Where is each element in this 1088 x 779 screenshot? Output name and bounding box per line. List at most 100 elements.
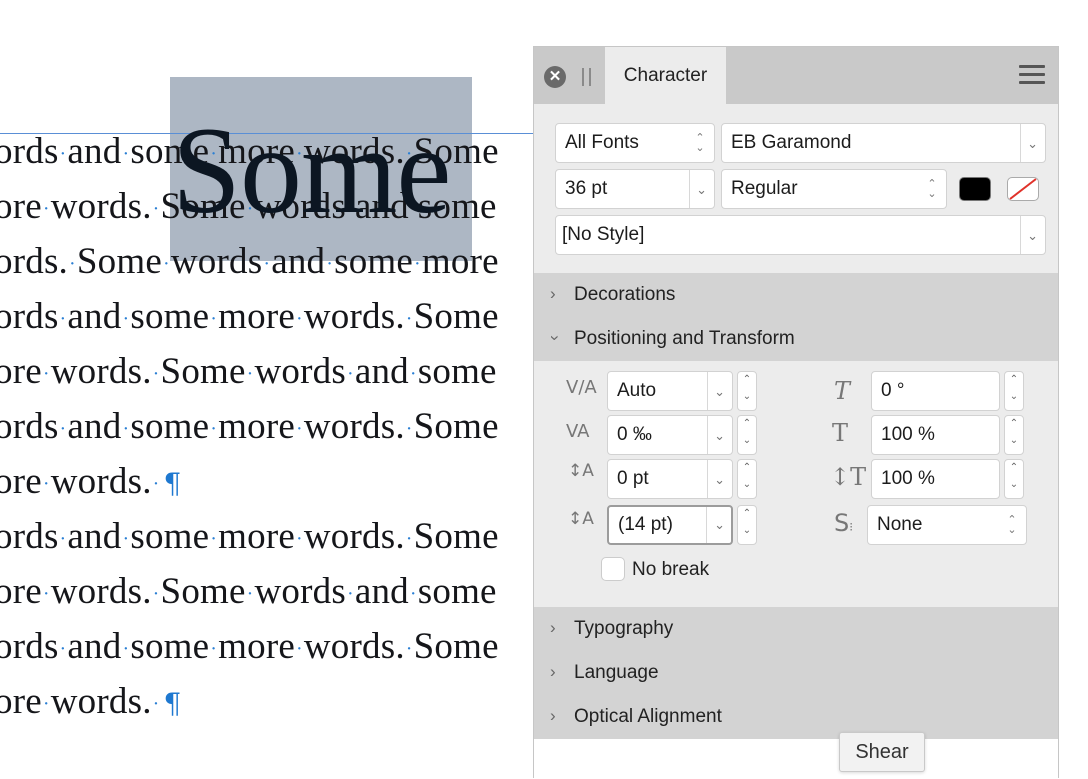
hamburger-menu-icon[interactable]	[1019, 65, 1045, 87]
horizontal-scale-stepper[interactable]: ⌃ ⌄	[1004, 459, 1024, 499]
text-line[interactable]: ords·and·some·more·words.·Some	[0, 405, 499, 448]
increment-icon[interactable]: ⌃	[1005, 418, 1023, 429]
section-decorations[interactable]: › Decorations	[534, 273, 1058, 317]
tracking-icon: VA	[566, 421, 590, 442]
font-size-field[interactable]: 36 pt ⌄	[555, 169, 715, 209]
panel-footer-area	[534, 739, 1058, 779]
updown-chevron-icon: ⌃ ⌄	[695, 132, 705, 154]
space-marker: ·	[59, 418, 67, 441]
decrement-icon[interactable]: ⌄	[738, 479, 756, 490]
kerning-icon: V/A	[566, 377, 597, 398]
tab-character[interactable]: Character	[605, 47, 726, 104]
shear-field[interactable]: 0 °	[871, 371, 1000, 411]
section-label: Typography	[574, 618, 674, 639]
section-language[interactable]: › Language	[534, 651, 1058, 695]
shear-icon: T	[834, 377, 851, 405]
section-positioning[interactable]: › Positioning and Transform	[534, 317, 1058, 361]
space-marker: ·	[210, 308, 218, 331]
baseline-shift-icon: ↕A	[568, 461, 594, 481]
text-line[interactable]: ords·and·some·more·words.·Some	[0, 625, 499, 668]
superscript-value: None	[877, 514, 923, 535]
space-marker: ·	[405, 418, 413, 441]
tracking-field[interactable]: 0 ‰ ⌄	[607, 415, 733, 455]
space-marker: ·	[326, 253, 334, 276]
superscript-icon: S⁝	[834, 509, 854, 537]
space-marker: ·	[246, 363, 254, 386]
no-break-checkbox[interactable]	[601, 557, 625, 581]
chevron-down-icon[interactable]: ⌄	[714, 417, 725, 454]
decrement-icon[interactable]: ⌄	[1005, 391, 1023, 402]
kerning-stepper[interactable]: ⌃ ⌄	[737, 371, 757, 411]
space-marker: ·	[59, 308, 67, 331]
space-marker: ·	[210, 418, 218, 441]
style-value: [No Style]	[562, 224, 645, 245]
chevron-down-icon[interactable]: ⌄	[696, 171, 707, 208]
decrement-icon[interactable]: ⌄	[738, 391, 756, 402]
space-marker: ·	[42, 363, 50, 386]
baseline-shift-field[interactable]: 0 pt ⌄	[607, 459, 733, 499]
grip-icon[interactable]	[582, 68, 591, 86]
text-fill-color-swatch[interactable]	[959, 177, 991, 201]
superscript-select[interactable]: None ⌃ ⌄	[867, 505, 1027, 545]
vertical-scale-field[interactable]: 100 %	[871, 415, 1000, 455]
text-line[interactable]: ore·words.· ¶	[0, 680, 182, 723]
increment-icon[interactable]: ⌃	[738, 418, 756, 429]
text-line[interactable]: ords·and·some·more·words.·Some	[0, 295, 499, 338]
text-line[interactable]: ords.·Some·words·and·some·more	[0, 240, 499, 283]
text-line[interactable]: ords·and·some·more·words.·Some	[0, 515, 499, 558]
updown-chevron-icon: ⌃ ⌄	[1007, 514, 1017, 536]
baseline-shift-stepper[interactable]: ⌃ ⌄	[737, 459, 757, 499]
space-marker: ·	[122, 638, 130, 661]
selected-word[interactable]: Some	[172, 96, 451, 246]
leading-stepper[interactable]: ⌃ ⌄	[737, 505, 757, 545]
increment-icon[interactable]: ⌃	[738, 462, 756, 473]
horizontal-scale-value: 100 %	[881, 468, 935, 489]
text-line[interactable]: ore·words.·Some·words·and·some	[0, 570, 497, 613]
style-field[interactable]: [No Style] ⌄	[555, 215, 1046, 255]
chevron-down-icon[interactable]: ⌄	[1027, 217, 1038, 254]
vertical-scale-stepper[interactable]: ⌃ ⌄	[1004, 415, 1024, 455]
space-marker: ·	[346, 583, 354, 606]
section-optical-alignment[interactable]: › Optical Alignment	[534, 695, 1058, 739]
chevron-down-icon[interactable]: ⌄	[714, 373, 725, 410]
no-color-swatch[interactable]	[1007, 177, 1039, 201]
increment-icon[interactable]: ⌃	[1005, 374, 1023, 385]
space-marker: ·	[42, 583, 50, 606]
font-collection-select[interactable]: All Fonts ⌃ ⌄	[555, 123, 715, 163]
chevron-down-icon[interactable]: ⌄	[714, 507, 725, 543]
text-line[interactable]: ore·words.·Some·words·and·some	[0, 350, 497, 393]
space-marker: ·	[409, 583, 417, 606]
space-marker: ·	[295, 308, 303, 331]
text-line[interactable]: ore·words.· ¶	[0, 460, 182, 503]
horizontal-scale-field[interactable]: 100 %	[871, 459, 1000, 499]
decrement-icon[interactable]: ⌄	[1005, 479, 1023, 490]
increment-icon[interactable]: ⌃	[738, 508, 756, 519]
leading-field[interactable]: (14 pt) ⌄	[607, 505, 733, 545]
panel-header: ✕ Character	[534, 47, 1058, 104]
tracking-stepper[interactable]: ⌃ ⌄	[737, 415, 757, 455]
space-marker: ·	[414, 253, 421, 276]
space-marker: ·	[295, 528, 303, 551]
font-style-select[interactable]: Regular ⌃ ⌄	[721, 169, 947, 209]
leading-icon: ↕A	[568, 509, 594, 529]
horizontal-scale-icon: ↕T	[830, 463, 867, 491]
font-style-value: Regular	[731, 178, 798, 199]
chevron-down-icon[interactable]: ⌄	[714, 461, 725, 498]
font-family-field[interactable]: EB Garamond ⌄	[721, 123, 1046, 163]
tooltip: Shear	[839, 732, 925, 772]
document-canvas[interactable]: ords·and·some·more·words.·Some ore·words…	[0, 0, 540, 778]
space-marker: ·	[152, 693, 160, 716]
space-marker: ·	[152, 198, 160, 221]
kerning-value: Auto	[617, 380, 657, 401]
increment-icon[interactable]: ⌃	[738, 374, 756, 385]
shear-stepper[interactable]: ⌃ ⌄	[1004, 371, 1024, 411]
chevron-down-icon[interactable]: ⌄	[1027, 125, 1038, 162]
section-typography[interactable]: › Typography	[534, 607, 1058, 651]
close-icon[interactable]: ✕	[544, 66, 566, 88]
increment-icon[interactable]: ⌃	[1005, 462, 1023, 473]
decrement-icon[interactable]: ⌄	[738, 435, 756, 446]
kerning-field[interactable]: Auto ⌄	[607, 371, 733, 411]
decrement-icon[interactable]: ⌄	[1005, 435, 1023, 446]
space-marker: ·	[59, 638, 67, 661]
decrement-icon[interactable]: ⌄	[738, 525, 756, 536]
